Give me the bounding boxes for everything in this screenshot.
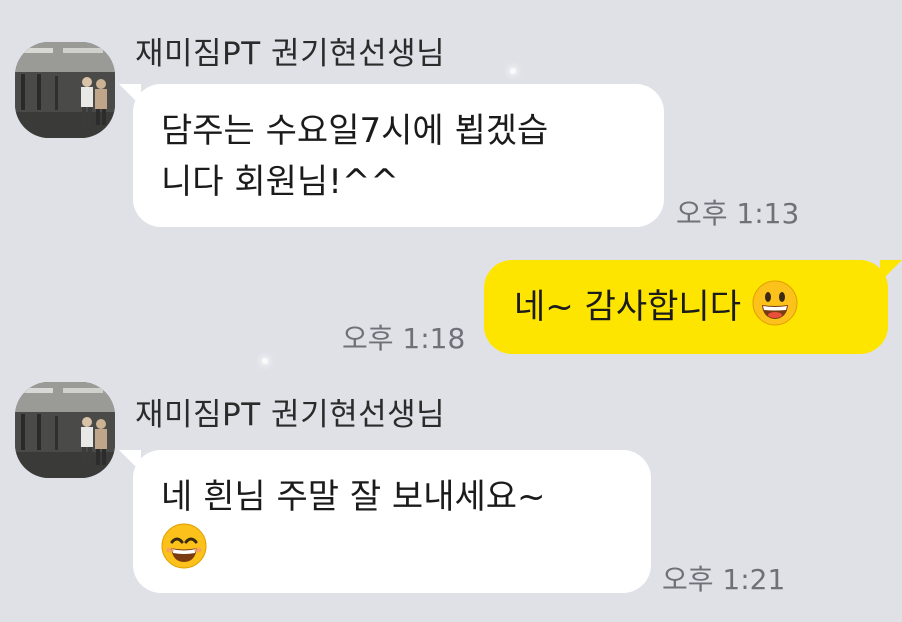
chat-room: 재미짐PT 권기현선생님 담주는 수요일7시에 뵙겠습 니다 회원님!^^ 오후… — [0, 0, 902, 622]
message-text-line: 니다 회원님!^^ — [161, 162, 399, 202]
background-sparkle — [262, 358, 268, 364]
message-timestamp: 오후 1:13 — [676, 197, 800, 230]
message-text: 네~ 감사합니다 — [514, 287, 741, 327]
background-sparkle — [510, 68, 516, 74]
sender-avatar[interactable] — [15, 42, 115, 138]
bubble-tail — [119, 450, 141, 472]
message-bubble-incoming[interactable]: 담주는 수요일7시에 뵙겠습 니다 회원님!^^ — [119, 84, 664, 227]
gym-photo-avatar-icon — [15, 42, 115, 138]
message-bubble-incoming[interactable]: 네 흰님 주말 잘 보내세요~ — [119, 450, 651, 593]
bubble-tail — [880, 260, 902, 282]
sender-avatar[interactable] — [15, 382, 115, 478]
bubble-tail — [119, 84, 141, 106]
message-text-line: 담주는 수요일7시에 뵙겠습 — [161, 111, 549, 151]
sender-name: 재미짐PT 권기현선생님 — [135, 397, 446, 433]
message-bubble-outgoing[interactable]: 네~ 감사합니다 — [484, 260, 902, 354]
grinning-face-icon — [752, 280, 798, 326]
smiling-face-with-smiling-eyes-icon — [161, 523, 207, 569]
message-text-line: 네 흰님 주말 잘 보내세요~ — [161, 477, 546, 517]
message-timestamp: 오후 1:18 — [342, 322, 466, 355]
message-timestamp: 오후 1:21 — [662, 563, 786, 596]
gym-photo-avatar-icon — [15, 382, 115, 478]
sender-name: 재미짐PT 권기현선생님 — [135, 36, 446, 72]
